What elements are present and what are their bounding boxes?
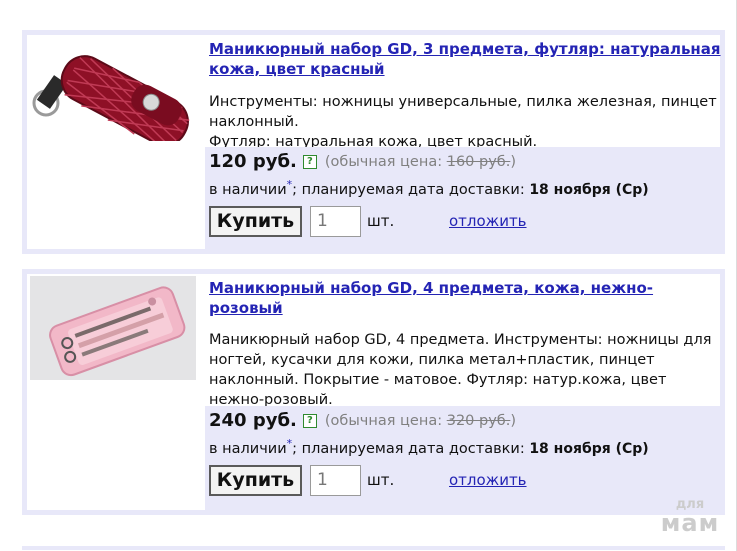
- price-value: 240 руб.: [209, 410, 297, 431]
- product-card-body: Маникюрный набор GD, 3 предмета, футляр:…: [27, 35, 721, 249]
- availability-row: в наличии*; планируемая дата доставки: 1…: [209, 437, 649, 457]
- quantity-input[interactable]: 1: [310, 465, 361, 496]
- product-description: Маникюрный набор GD, 4 предмета. Инструм…: [209, 330, 724, 410]
- defer-link[interactable]: отложить: [449, 212, 527, 230]
- buy-button[interactable]: Купить: [209, 206, 302, 237]
- regular-price-label: (обычная цена:: [324, 412, 443, 429]
- product-image-red-case[interactable]: [30, 37, 196, 141]
- watermark-logo: для мам: [650, 498, 730, 535]
- availability-status: в наличии: [209, 181, 287, 198]
- availability-row: в наличии*; планируемая дата доставки: 1…: [209, 178, 649, 198]
- regular-price-close: ): [510, 153, 517, 170]
- product-card: Маникюрный набор GD, 3 предмета, футляр:…: [22, 30, 725, 254]
- regular-price-close: ): [510, 412, 517, 429]
- availability-status: в наличии: [209, 440, 287, 457]
- product-card: Маникюрный набор GD, 4 предмета, кожа, н…: [22, 269, 725, 515]
- price-panel: 240 руб.? (обычная цена: 320 руб.) в нали…: [205, 406, 720, 510]
- regular-price: (обычная цена: 320 руб.): [325, 413, 516, 429]
- buy-button[interactable]: Купить: [209, 465, 302, 496]
- description-line: Инструменты: ножницы универсальные, пилк…: [209, 94, 717, 130]
- product-title-link[interactable]: Маникюрный набор GD, 4 предмета, кожа, н…: [209, 278, 724, 318]
- regular-price-value: 160 руб.: [446, 153, 511, 170]
- quantity-input[interactable]: 1: [310, 206, 361, 237]
- regular-price-value: 320 руб.: [446, 412, 511, 429]
- product-image-pink-case[interactable]: [30, 276, 196, 380]
- price-value: 120 руб.: [209, 151, 297, 172]
- product-title-link[interactable]: Маникюрный набор GD, 3 предмета, футляр:…: [209, 39, 724, 79]
- description-line: Маникюрный набор GD, 4 предмета. Инструм…: [209, 332, 712, 408]
- product-details: Маникюрный набор GD, 4 предмета, кожа, н…: [205, 274, 720, 510]
- help-icon[interactable]: ?: [302, 413, 317, 428]
- product-description: Инструменты: ножницы универсальные, пилк…: [209, 92, 724, 152]
- product-details: Маникюрный набор GD, 3 предмета, футляр:…: [205, 35, 721, 249]
- regular-price-label: (обычная цена:: [324, 153, 443, 170]
- price-row: 120 руб.? (обычная цена: 160 руб.): [209, 151, 516, 175]
- delivery-date: 18 ноября (Ср): [529, 440, 649, 457]
- delivery-label: ; планируемая дата доставки:: [292, 181, 525, 198]
- delivery-date: 18 ноября (Ср): [529, 181, 649, 198]
- regular-price: (обычная цена: 160 руб.): [325, 154, 516, 170]
- quantity-unit: шт.: [367, 471, 395, 489]
- quantity-unit: шт.: [367, 212, 395, 230]
- price-panel: 120 руб.? (обычная цена: 160 руб.) в нали…: [205, 147, 720, 249]
- help-icon[interactable]: ?: [302, 154, 317, 169]
- defer-link[interactable]: отложить: [449, 471, 527, 489]
- delivery-label: ; планируемая дата доставки:: [292, 440, 525, 457]
- price-row: 240 руб.? (обычная цена: 320 руб.): [209, 410, 516, 434]
- product-card-body: Маникюрный набор GD, 4 предмета, кожа, н…: [27, 274, 720, 510]
- next-card-edge: [22, 546, 725, 550]
- watermark-bottom: мам: [660, 509, 720, 537]
